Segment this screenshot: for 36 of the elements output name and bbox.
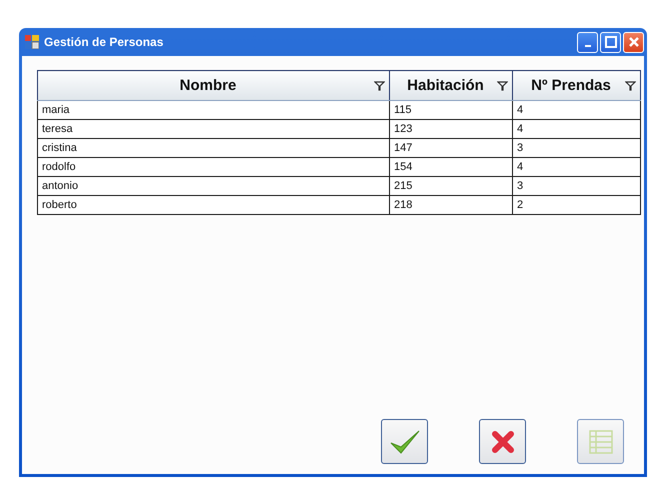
table-cell: 4	[512, 100, 640, 120]
minimize-button[interactable]	[577, 32, 598, 52]
table-cell: 154	[390, 158, 512, 176]
table-cell: antonio	[38, 176, 390, 196]
table-cell: 4	[512, 120, 640, 138]
table-cell: rodolfo	[38, 158, 390, 176]
app-icon	[25, 35, 39, 49]
cross-icon	[490, 430, 514, 454]
table-cell: 115	[390, 100, 512, 120]
filter-icon[interactable]	[625, 80, 636, 90]
minimize-icon	[584, 45, 590, 47]
table-cell: 147	[390, 138, 512, 158]
table-cell: 215	[390, 176, 512, 196]
table-cell: 3	[512, 176, 640, 196]
window-title: Gestión de Personas	[44, 35, 164, 49]
table-cell: maria	[38, 100, 390, 120]
table-cell: teresa	[38, 120, 390, 138]
table-cell: 3	[512, 138, 640, 158]
filter-icon[interactable]	[497, 80, 508, 90]
maximize-button[interactable]	[600, 32, 621, 52]
list-icon	[588, 428, 614, 454]
filter-icon[interactable]	[374, 80, 385, 90]
maximize-icon	[604, 36, 616, 48]
accept-button[interactable]	[381, 419, 428, 464]
cancel-button[interactable]	[479, 419, 526, 464]
close-button[interactable]	[623, 32, 644, 52]
column-header[interactable]: Nombre	[38, 70, 390, 100]
table-cell: cristina	[38, 138, 390, 158]
close-icon	[628, 36, 640, 48]
column-header[interactable]: Nº Prendas	[512, 70, 640, 100]
table-cell: 2	[512, 196, 640, 214]
table-cell: 4	[512, 158, 640, 176]
table-cell: 218	[390, 196, 512, 214]
table-cell: roberto	[38, 196, 390, 214]
table-cell: 123	[390, 120, 512, 138]
column-header[interactable]: Habitación	[390, 70, 512, 100]
